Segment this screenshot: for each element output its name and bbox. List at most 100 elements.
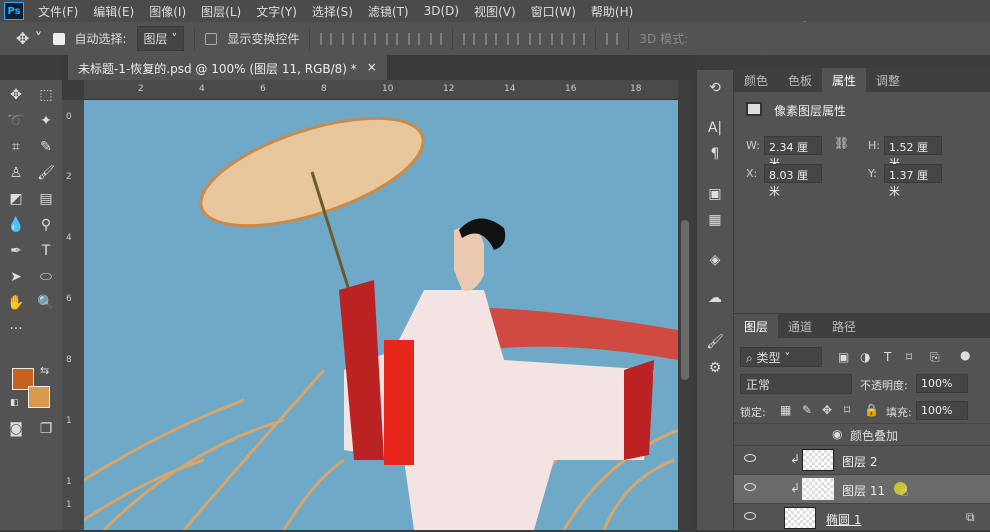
background-color-swatch[interactable]: [28, 386, 50, 408]
y-field[interactable]: 1.37 厘米: [884, 164, 942, 198]
paragraph-icon[interactable]: ¶: [705, 146, 725, 166]
auto-align-icon[interactable]: [606, 32, 619, 45]
tab-swatches[interactable]: 色板: [778, 68, 822, 92]
distribute-bottom-icon[interactable]: [507, 32, 520, 45]
width-field[interactable]: 2.34 厘米: [764, 136, 822, 170]
quick-mask-icon[interactable]: ◙: [5, 418, 27, 440]
distribute-top-icon[interactable]: [463, 32, 476, 45]
align-hcenter-icon[interactable]: [408, 32, 421, 45]
layer-name[interactable]: 图层 11: [842, 482, 885, 499]
libraries-icon[interactable]: ▣: [705, 186, 725, 206]
lock-transparent-icon[interactable]: ▦: [780, 403, 791, 417]
menu-type[interactable]: 文字(Y): [256, 3, 297, 20]
brush-tool-icon[interactable]: 🖌: [35, 162, 57, 184]
align-top-icon[interactable]: [320, 32, 333, 45]
height-field[interactable]: 1.52 厘米: [884, 136, 942, 170]
menu-select[interactable]: 选择(S): [312, 3, 353, 20]
layer-filter-dropdown[interactable]: ⌕ 类型 ˅: [740, 347, 822, 367]
character-icon[interactable]: A|: [705, 120, 725, 140]
brush-settings-icon[interactable]: 🖌: [705, 334, 725, 354]
menu-image[interactable]: 图像(I): [149, 3, 186, 20]
layer-row-selected[interactable]: ↲ 图层 11 ☝: [734, 474, 990, 503]
scrollbar-thumb[interactable]: [681, 220, 689, 380]
pen-tool-icon[interactable]: ✒: [5, 240, 27, 262]
lock-position-icon[interactable]: ✥: [822, 403, 832, 417]
align-right-icon[interactable]: [430, 32, 443, 45]
eraser-tool-icon[interactable]: ◩: [5, 188, 27, 210]
menu-help[interactable]: 帮助(H): [591, 3, 633, 20]
layer-name[interactable]: 图层 2: [842, 453, 877, 470]
eyedropper-icon[interactable]: ✎: [35, 136, 57, 158]
lock-artboard-icon[interactable]: ⌑: [844, 403, 850, 417]
document-tab[interactable]: 未标题-1-恢复的.psd @ 100% (图层 11, RGB/8) * ×: [68, 55, 387, 80]
align-vcenter-icon[interactable]: [342, 32, 355, 45]
tab-channels[interactable]: 通道: [778, 314, 822, 338]
swap-colors-icon[interactable]: ⇆: [40, 364, 49, 377]
distribute-hcenter-icon[interactable]: [551, 32, 564, 45]
stamp-tool-icon[interactable]: ♙: [5, 162, 27, 184]
filter-shape-icon[interactable]: ⌑: [906, 350, 912, 364]
hand-tool-icon[interactable]: ✋: [5, 292, 27, 314]
menu-view[interactable]: 视图(V): [474, 3, 516, 20]
filter-pixel-icon[interactable]: ▣: [838, 350, 849, 364]
lock-pixels-icon[interactable]: ✎: [802, 403, 812, 417]
lock-all-icon[interactable]: 🔒: [864, 403, 879, 417]
dodge-tool-icon[interactable]: ⚲: [35, 214, 57, 236]
distribute-left-icon[interactable]: [529, 32, 542, 45]
layer-row[interactable]: 椭圆 1 ⧉: [734, 503, 990, 532]
screen-mode-icon[interactable]: ❐: [35, 418, 57, 440]
layer-effect-row[interactable]: ◉ 颜色叠加: [734, 423, 990, 445]
marquee-tool-icon[interactable]: ⬚: [35, 84, 57, 106]
tab-paths[interactable]: 路径: [822, 314, 866, 338]
filter-smart-object-icon[interactable]: ⎘: [930, 350, 940, 365]
distribute-vcenter-icon[interactable]: [485, 32, 498, 45]
tab-properties[interactable]: 属性: [822, 68, 867, 92]
auto-select-dropdown[interactable]: 图层 ˅: [136, 26, 185, 51]
layer-row[interactable]: ↲ 图层 2: [734, 445, 990, 474]
visibility-eye-icon[interactable]: [744, 454, 756, 462]
filter-adjustment-icon[interactable]: ◑: [860, 350, 870, 364]
align-bottom-icon[interactable]: [364, 32, 377, 45]
opacity-field[interactable]: 100%: [916, 374, 968, 393]
tab-adjustments[interactable]: 调整: [866, 68, 910, 92]
zoom-tool-icon[interactable]: 🔍: [35, 292, 57, 314]
creative-cloud-icon[interactable]: ☁: [705, 290, 725, 310]
visibility-eye-icon[interactable]: [744, 483, 756, 491]
magic-wand-icon[interactable]: ✦: [35, 110, 57, 132]
link-icon[interactable]: ⛓: [834, 136, 849, 150]
tab-layers[interactable]: 图层: [734, 314, 779, 338]
menu-3d[interactable]: 3D(D): [424, 4, 459, 18]
styles-icon[interactable]: ▦: [705, 212, 725, 232]
close-tab-icon[interactable]: ×: [367, 60, 377, 75]
menu-edit[interactable]: 编辑(E): [93, 3, 134, 20]
move-tool-icon[interactable]: ✥ ˅: [16, 29, 43, 48]
filter-type-icon[interactable]: T: [884, 350, 891, 364]
ellipse-tool-icon[interactable]: ⬭: [35, 266, 57, 288]
tab-color[interactable]: 颜色: [734, 68, 778, 92]
type-tool-icon[interactable]: T: [35, 240, 57, 262]
distribute-right-icon[interactable]: [573, 32, 586, 45]
filter-toggle[interactable]: ●: [960, 348, 970, 362]
3d-icon[interactable]: ◈: [705, 252, 725, 272]
history-icon[interactable]: ⟲: [705, 80, 725, 100]
menu-window[interactable]: 窗口(W): [531, 3, 576, 20]
fill-field[interactable]: 100%: [916, 401, 968, 420]
blur-tool-icon[interactable]: 💧: [5, 214, 27, 236]
document-canvas[interactable]: [84, 100, 678, 530]
layer-name[interactable]: 椭圆 1: [826, 511, 861, 528]
menu-file[interactable]: 文件(F): [38, 3, 78, 20]
x-field[interactable]: 8.03 厘米: [764, 164, 822, 198]
lasso-tool-icon[interactable]: ➰: [5, 110, 27, 132]
move-tool-icon[interactable]: ✥: [5, 84, 27, 106]
menu-filter[interactable]: 滤镜(T): [368, 3, 409, 20]
path-select-icon[interactable]: ➤: [5, 266, 27, 288]
default-colors-icon[interactable]: ◧: [10, 398, 19, 408]
visibility-eye-icon[interactable]: [744, 512, 756, 520]
blend-mode-dropdown[interactable]: 正常: [740, 374, 852, 394]
crop-tool-icon[interactable]: ⌗: [5, 136, 27, 158]
adjust-tool-icon[interactable]: ⚙: [705, 360, 725, 380]
auto-select-checkbox[interactable]: [52, 32, 65, 45]
gradient-tool-icon[interactable]: ▤: [35, 188, 57, 210]
menu-layer[interactable]: 图层(L): [201, 3, 241, 20]
vertical-scrollbar[interactable]: [678, 80, 692, 530]
